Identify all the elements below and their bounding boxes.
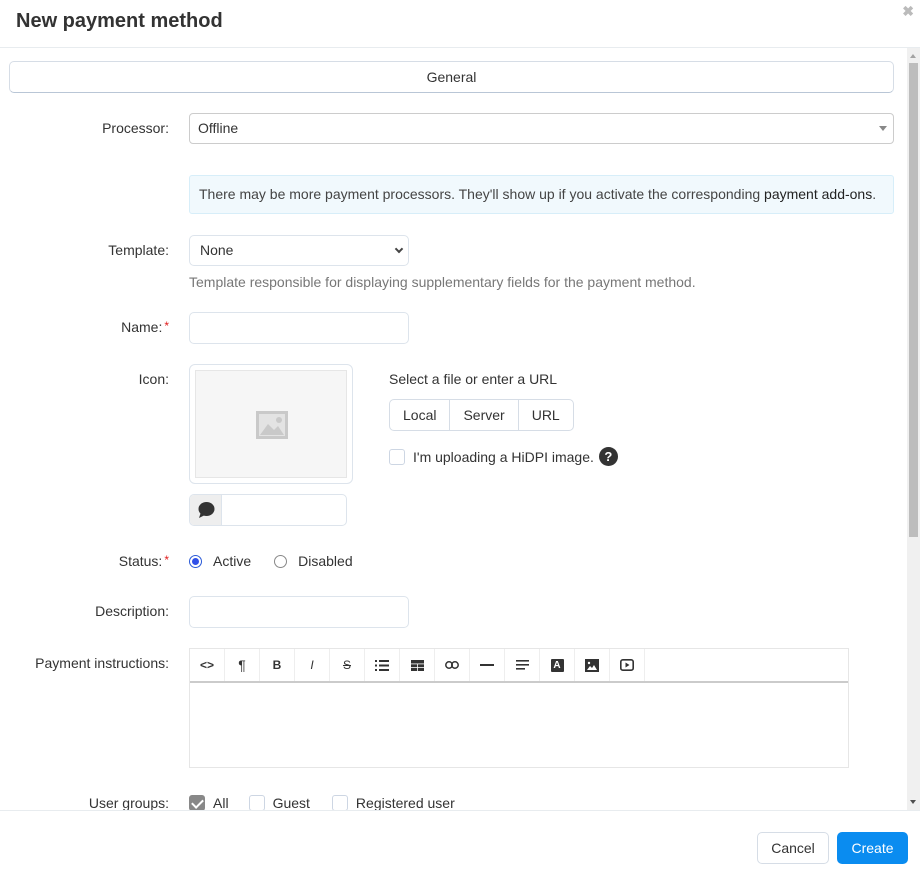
align-icon[interactable]: [505, 649, 540, 681]
status-active-label[interactable]: Active: [213, 553, 251, 569]
description-input[interactable]: [189, 596, 409, 628]
source-server-button[interactable]: Server: [450, 400, 519, 430]
text-color-icon[interactable]: A: [540, 649, 575, 681]
group-registered-checkbox[interactable]: [331, 795, 348, 810]
required-marker: *: [164, 319, 169, 333]
processor-label: Processor:: [102, 120, 169, 136]
user-groups-label: User groups:: [88, 795, 169, 810]
scroll-down-arrow-icon[interactable]: [907, 796, 920, 808]
dialog-footer: Cancel Create: [0, 810, 920, 875]
group-registered-label[interactable]: Registered user: [356, 795, 455, 810]
template-select[interactable]: None: [189, 235, 409, 266]
horizontal-rule-icon[interactable]: [470, 649, 505, 681]
chevron-down-icon: [394, 244, 404, 254]
processor-notice: There may be more payment processors. Th…: [189, 175, 894, 214]
hidpi-label: I'm uploading a HiDPI image.: [413, 448, 594, 465]
icon-label: Icon:: [138, 371, 169, 387]
group-all-label[interactable]: All: [213, 795, 229, 810]
icon-source-group: Local Server URL: [389, 399, 574, 431]
help-icon[interactable]: ?: [598, 447, 618, 466]
payment-addons-link[interactable]: payment add-ons: [764, 186, 872, 202]
hidpi-checkbox[interactable]: [389, 448, 405, 465]
insert-image-icon[interactable]: [575, 649, 610, 681]
description-label: Description:: [95, 603, 169, 619]
status-label: Status: *: [119, 553, 169, 569]
status-label-text: Status:: [118, 553, 163, 569]
scroll-up-arrow-icon[interactable]: [907, 50, 920, 62]
template-label: Template:: [108, 242, 169, 258]
required-marker: *: [164, 553, 169, 567]
icon-source-caption: Select a file or enter a URL: [389, 371, 558, 387]
hidpi-option: I'm uploading a HiDPI image. ?: [389, 447, 618, 466]
cancel-button[interactable]: Cancel: [757, 832, 829, 864]
status-disabled-label[interactable]: Disabled: [298, 553, 352, 569]
speech-bubble-icon: [198, 502, 215, 518]
strikethrough-icon[interactable]: S: [330, 649, 365, 681]
notice-suffix: .: [872, 186, 877, 202]
link-icon[interactable]: [435, 649, 470, 681]
user-groups-options: All Guest Registered user: [189, 795, 455, 810]
table-icon[interactable]: [400, 649, 435, 681]
group-all-checkbox[interactable]: [189, 795, 205, 810]
dialog-header: New payment method ✖: [0, 0, 920, 48]
scrollbar-thumb[interactable]: [909, 63, 918, 537]
paragraph-icon[interactable]: ¶: [225, 649, 260, 681]
scrollbar[interactable]: [907, 48, 920, 810]
icon-alt-addon: [190, 495, 222, 525]
caret-down-icon: [879, 126, 887, 131]
tab-general[interactable]: General: [9, 61, 894, 93]
processor-select[interactable]: Offline: [189, 113, 894, 144]
list-icon[interactable]: [365, 649, 400, 681]
icon-alt-input[interactable]: [189, 494, 347, 526]
dialog-title: New payment method: [16, 10, 223, 32]
dialog-body: General Processor: Offline There may be …: [0, 48, 907, 810]
source-local-button[interactable]: Local: [390, 400, 451, 430]
source-url-button[interactable]: URL: [519, 400, 573, 430]
icon-preview[interactable]: [189, 364, 353, 484]
italic-icon[interactable]: I: [295, 649, 330, 681]
code-view-icon[interactable]: <>: [190, 649, 225, 681]
notice-text: There may be more payment processors. Th…: [199, 186, 765, 202]
processor-value: Offline: [198, 120, 239, 136]
group-guest-label[interactable]: Guest: [273, 795, 310, 810]
editor-toolbar: <> ¶ B I S A: [190, 649, 848, 683]
image-placeholder-icon: [256, 411, 288, 439]
payment-instructions-editor: <> ¶ B I S A: [189, 648, 849, 768]
status-disabled-radio[interactable]: [274, 554, 288, 568]
icon-preview-area: [195, 370, 347, 478]
editor-content-area[interactable]: [190, 685, 848, 767]
bold-icon[interactable]: B: [260, 649, 295, 681]
create-button[interactable]: Create: [837, 832, 908, 864]
payment-instructions-label: Payment instructions:: [35, 655, 169, 671]
close-icon[interactable]: ✖: [902, 3, 914, 20]
name-label-text: Name:: [121, 319, 163, 335]
insert-video-icon[interactable]: [610, 649, 645, 681]
name-label: Name: *: [121, 319, 169, 335]
template-hint: Template responsible for displaying supp…: [189, 274, 696, 290]
status-radio-group: Active Disabled: [189, 553, 353, 569]
status-active-radio[interactable]: [189, 554, 202, 568]
name-input[interactable]: [189, 312, 409, 344]
template-value: None: [200, 242, 234, 258]
group-guest-checkbox[interactable]: [248, 795, 265, 810]
